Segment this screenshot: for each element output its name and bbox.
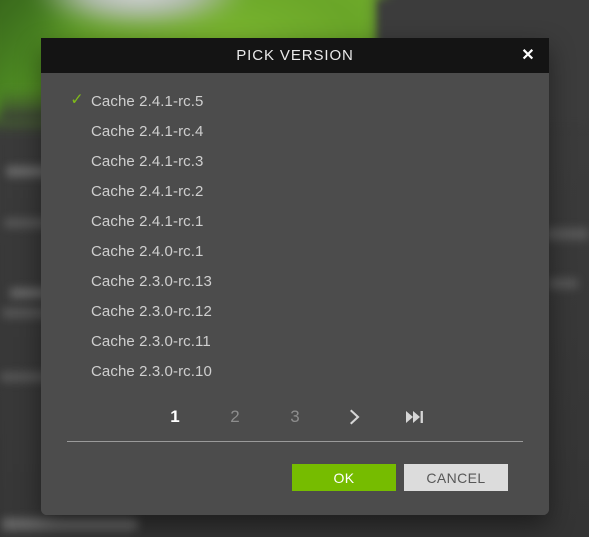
background-text-smudge: [545, 228, 589, 240]
version-label: Cache 2.4.1-rc.1: [91, 212, 204, 230]
version-list-item[interactable]: ✓Cache 2.3.0-rc.13: [41, 266, 549, 296]
chevron-right-icon[interactable]: [325, 400, 385, 434]
version-list-item[interactable]: ✓Cache 2.4.1-rc.2: [41, 176, 549, 206]
version-label: Cache 2.4.1-rc.5: [91, 92, 204, 110]
selected-check-icon: ✓: [70, 91, 84, 109]
cancel-button[interactable]: CANCEL: [404, 464, 508, 491]
version-list-item[interactable]: ✓Cache 2.4.1-rc.4: [41, 116, 549, 146]
dialog-title: PICK VERSION: [236, 47, 354, 64]
version-list-item[interactable]: ✓Cache 2.4.1-rc.3: [41, 146, 549, 176]
version-label: Cache 2.4.1-rc.3: [91, 152, 204, 170]
skip-to-end-icon[interactable]: [385, 400, 445, 434]
dialog-titlebar: PICK VERSION ✕: [41, 38, 549, 73]
dialog-body: ✓Cache 2.4.1-rc.5✓Cache 2.4.1-rc.4✓Cache…: [41, 73, 549, 515]
version-list-item[interactable]: ✓Cache 2.3.0-rc.12: [41, 296, 549, 326]
version-list-item[interactable]: ✓ Cache 2.4.1-rc.5: [41, 86, 549, 116]
pick-version-dialog: PICK VERSION ✕ ✓ Cache 2.4.1-rc.5 ✓Cache 2…: [41, 38, 549, 515]
version-list-item[interactable]: ✓Cache 2.4.1-rc.1: [41, 206, 549, 236]
version-label: Cache 2.3.0-rc.10: [91, 362, 212, 380]
dialog-actions: OK CANCEL: [41, 442, 549, 515]
page-button-3[interactable]: 3: [265, 400, 325, 434]
version-label: Cache 2.4.1-rc.2: [91, 182, 204, 200]
version-list-item[interactable]: ✓Cache 2.4.0-rc.1: [41, 236, 549, 266]
version-label: Cache 2.3.0-rc.12: [91, 302, 212, 320]
version-label: Cache 2.4.0-rc.1: [91, 242, 204, 260]
page-button-2[interactable]: 2: [205, 400, 265, 434]
background-text-smudge: [2, 518, 138, 530]
close-icon[interactable]: ✕: [507, 38, 549, 73]
version-list-item[interactable]: ✓Cache 2.3.0-rc.10: [41, 356, 549, 386]
pagination: 123: [41, 396, 549, 438]
version-list-item[interactable]: ✓Cache 2.3.0-rc.11: [41, 326, 549, 356]
version-list: ✓Cache 2.4.1-rc.5✓Cache 2.4.1-rc.4✓Cache…: [41, 86, 549, 392]
version-label: Cache 2.4.1-rc.4: [91, 122, 204, 140]
ok-button[interactable]: OK: [292, 464, 396, 491]
page-button-1[interactable]: 1: [145, 400, 205, 434]
background-text-smudge: [548, 278, 578, 289]
version-label: Cache 2.3.0-rc.13: [91, 272, 212, 290]
version-label: Cache 2.3.0-rc.11: [91, 332, 211, 350]
